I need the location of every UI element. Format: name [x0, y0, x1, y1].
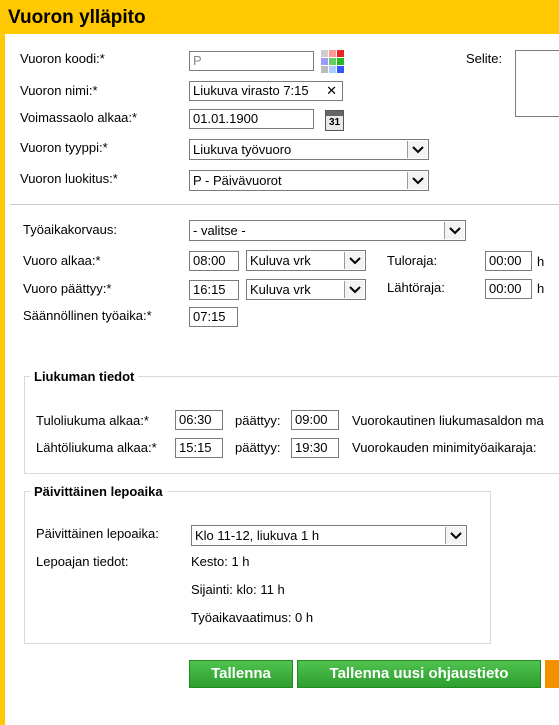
color-palette-icon[interactable] — [321, 50, 345, 74]
tuloraja-label: Tuloraja: — [387, 253, 438, 268]
saannollinen-input[interactable]: 07:15 — [189, 307, 238, 327]
lepo-select-value: Klo 11-12, liukuva 1 h — [195, 528, 320, 543]
saannollinen-label: Säännöllinen työaika:* — [23, 308, 152, 323]
alkaa-vrk-value: Kuluva vrk — [250, 253, 311, 268]
tuloliukuma-end-input[interactable]: 09:00 — [291, 410, 339, 430]
korvaus-label: Työaikakorvaus: — [23, 222, 117, 237]
nimi-label: Vuoron nimi:* — [20, 83, 98, 98]
voimassa-input[interactable]: 01.01.1900 — [189, 109, 314, 129]
paattyy-input[interactable]: 16:15 — [189, 280, 239, 300]
lahtoraja-label: Lähtöraja: — [387, 280, 445, 295]
calendar-icon[interactable]: 31 — [325, 110, 344, 131]
save-new-button[interactable]: Tallenna uusi ohjaustieto — [297, 660, 541, 688]
left-accent-bar — [0, 34, 5, 725]
lahtoliukuma-end-label: päättyy: — [235, 440, 281, 455]
lepo-sijainti: Sijainti: klo: 11 h — [191, 582, 285, 597]
tuloliukuma-label: Tuloliukuma alkaa:* — [36, 413, 149, 428]
lahtoliukuma-end-input[interactable]: 19:30 — [291, 438, 339, 458]
lepo-kesto: Kesto: 1 h — [191, 554, 250, 569]
saldo-label: Vuorokautinen liukumasaldon ma — [352, 413, 544, 428]
luokitus-select[interactable]: P - Päivävuorot — [189, 170, 429, 191]
save-button[interactable]: Tallenna — [189, 660, 293, 688]
tyyppi-value: Liukuva työvuoro — [193, 142, 292, 157]
lepo-vaatimus: Työaikavaatimus: 0 h — [191, 610, 314, 625]
liukuma-legend: Liukuman tiedot — [30, 369, 139, 384]
chevron-down-icon[interactable] — [344, 281, 364, 298]
luokitus-value: P - Päivävuorot — [193, 173, 282, 188]
clear-icon[interactable]: ✕ — [326, 83, 337, 99]
tyyppi-label: Vuoron tyyppi:* — [20, 140, 108, 155]
lepo-select-label: Päivittäinen lepoaika: — [36, 526, 159, 541]
lahtoliukuma-input[interactable]: 15:15 — [175, 438, 223, 458]
lepo-tiedot-label: Lepoajan tiedot: — [36, 554, 129, 569]
chevron-down-icon[interactable] — [445, 527, 465, 544]
paattyy-vrk-value: Kuluva vrk — [250, 282, 311, 297]
nimi-value: Liukuva virasto 7:15 — [193, 83, 309, 98]
koodi-input[interactable]: P — [189, 51, 314, 71]
page-title: Vuoron ylläpito — [8, 7, 146, 28]
voimassa-label: Voimassaolo alkaa:* — [20, 110, 138, 125]
paattyy-vrk-select[interactable]: Kuluva vrk — [246, 279, 366, 300]
chevron-down-icon[interactable] — [444, 222, 464, 239]
alkaa-label: Vuoro alkaa:* — [23, 253, 101, 268]
korvaus-select[interactable]: - valitse - — [189, 220, 466, 241]
minimi-label: Vuorokauden minimityöaikaraja: — [352, 440, 537, 455]
alkaa-vrk-select[interactable]: Kuluva vrk — [246, 250, 366, 271]
lahtoliukuma-label: Lähtöliukuma alkaa:* — [36, 440, 157, 455]
title-bar: Vuoron ylläpito — [0, 0, 559, 34]
nimi-input[interactable]: Liukuva virasto 7:15 ✕ — [189, 81, 343, 101]
korvaus-value: - valitse - — [193, 223, 246, 238]
chevron-down-icon[interactable] — [407, 172, 427, 189]
koodi-label: Vuoron koodi:* — [20, 51, 105, 66]
lahtoraja-unit: h — [537, 281, 545, 296]
lepo-select[interactable]: Klo 11-12, liukuva 1 h — [191, 525, 467, 546]
tuloraja-input[interactable]: 00:00 — [485, 251, 532, 271]
extra-button[interactable] — [545, 660, 559, 688]
chevron-down-icon[interactable] — [407, 141, 427, 158]
lahtoraja-input[interactable]: 00:00 — [485, 279, 532, 299]
lepo-legend: Päivittäinen lepoaika — [30, 484, 167, 499]
alkaa-input[interactable]: 08:00 — [189, 251, 239, 271]
section-divider — [10, 204, 559, 205]
tuloliukuma-end-label: päättyy: — [235, 413, 281, 428]
tuloraja-unit: h — [537, 254, 545, 269]
tuloliukuma-input[interactable]: 06:30 — [175, 410, 223, 430]
calendar-day: 31 — [328, 117, 341, 128]
selite-textarea[interactable] — [515, 50, 559, 117]
chevron-down-icon[interactable] — [344, 252, 364, 269]
paattyy-label: Vuoro päättyy:* — [23, 281, 112, 296]
tyyppi-select[interactable]: Liukuva työvuoro — [189, 139, 429, 160]
selite-label: Selite: — [466, 51, 503, 66]
luokitus-label: Vuoron luokitus:* — [20, 171, 118, 186]
